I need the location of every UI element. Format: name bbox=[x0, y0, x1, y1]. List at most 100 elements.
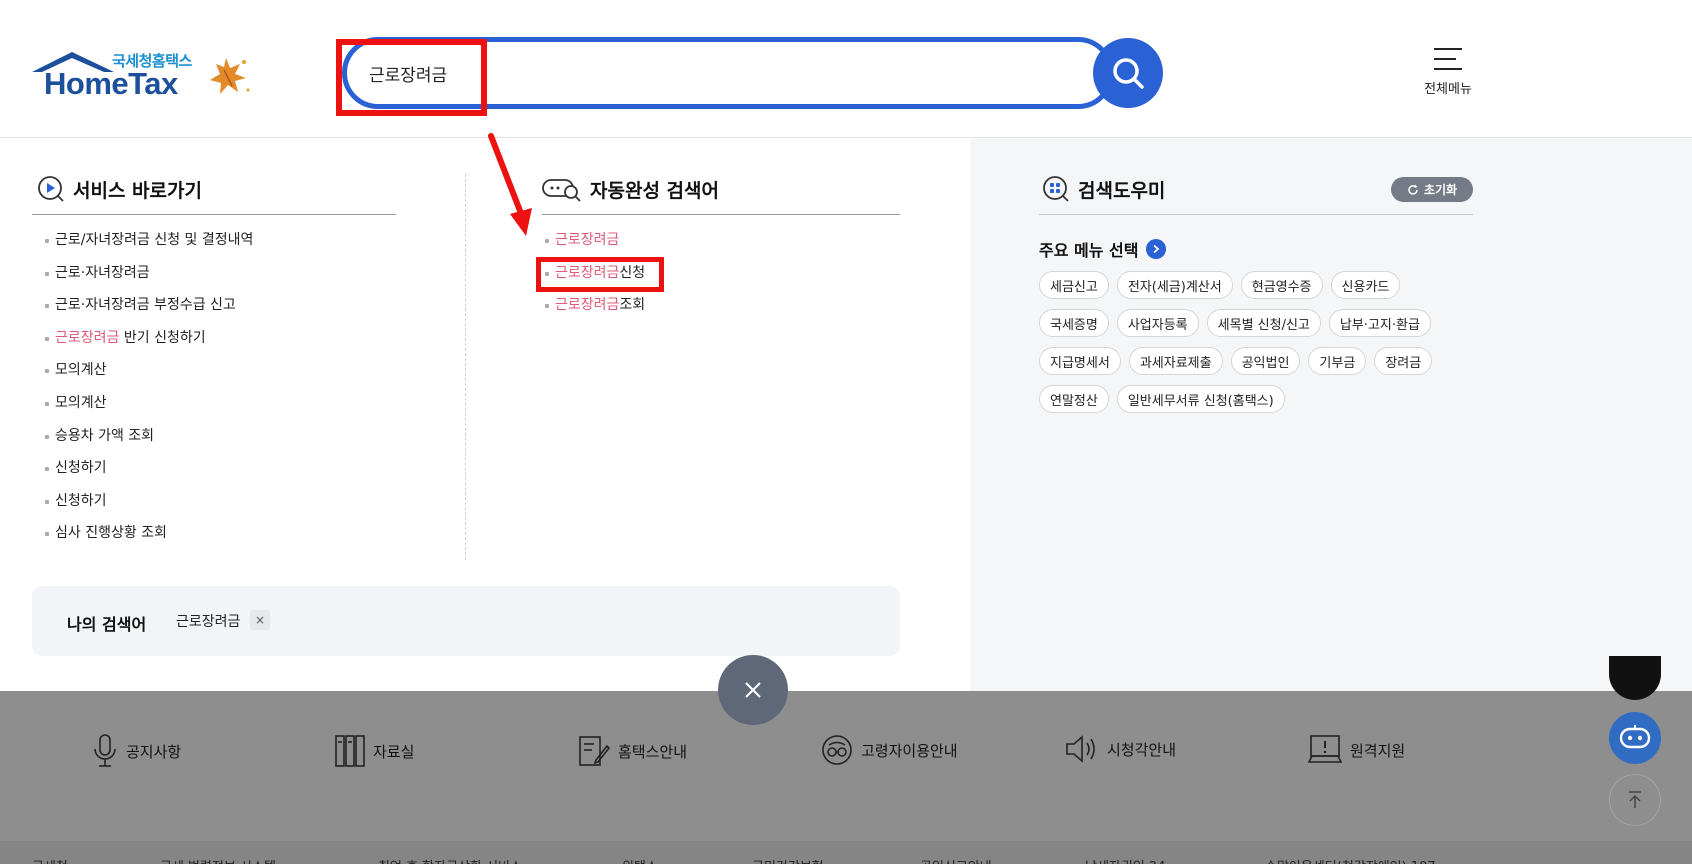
list-item[interactable]: 근로장려금조회 bbox=[535, 295, 895, 328]
list-item-text: 신청하기 bbox=[55, 460, 107, 477]
footer-link[interactable]: 납세자권익 24 bbox=[1085, 856, 1165, 864]
header: 국세청홈택스 HomeTax 전체메뉴 bbox=[0, 0, 1692, 138]
helper-heading: 검색도우미 bbox=[1042, 175, 1165, 203]
all-menu-button[interactable]: 전체메뉴 bbox=[1418, 48, 1478, 100]
quicklink-audiovisual-label: 시청각안내 bbox=[1107, 740, 1177, 759]
menu-tag[interactable]: 과세자료제출 bbox=[1128, 347, 1223, 375]
quicklink-elderly-label: 고령자이용안내 bbox=[861, 741, 958, 760]
refresh-icon bbox=[1407, 184, 1419, 196]
footer-link[interactable]: 취업 후 학자금상환 서비스 bbox=[378, 856, 522, 864]
list-item-text: 근로·자녀장려금 bbox=[55, 264, 150, 281]
main-menu-select-label: 주요 메뉴 선택 bbox=[1039, 241, 1139, 260]
keyboard-search-icon bbox=[542, 175, 582, 203]
menu-tag[interactable]: 신용카드 bbox=[1330, 271, 1401, 299]
quicklink-guide[interactable]: 홈택스안내 bbox=[578, 734, 687, 768]
quicklink-notice[interactable]: 공지사항 bbox=[92, 734, 181, 768]
menu-tag[interactable]: 사업자등록 bbox=[1116, 309, 1199, 337]
list-item[interactable]: 심사 진행상황 조회 bbox=[35, 523, 435, 556]
main-menu-select[interactable]: 주요 메뉴 선택 bbox=[1039, 237, 1167, 261]
tag-row: 연말정산 일반세무서류 신청(홈택스) bbox=[1039, 385, 1479, 413]
list-item[interactable]: 근로·자녀장려금 bbox=[35, 263, 435, 296]
menu-tag[interactable]: 세금신고 bbox=[1039, 271, 1109, 299]
menu-tag[interactable]: 장려금 bbox=[1374, 347, 1433, 375]
list-item[interactable]: 승용차 가액 조회 bbox=[35, 426, 435, 459]
list-item[interactable]: 신청하기 bbox=[35, 491, 435, 524]
reset-button[interactable]: 초기화 bbox=[1391, 177, 1473, 202]
search-button[interactable] bbox=[1093, 38, 1163, 108]
chatbot-button[interactable] bbox=[1609, 712, 1661, 764]
play-circle-icon bbox=[37, 175, 65, 203]
autocomplete-divider bbox=[542, 214, 900, 215]
list-item[interactable]: 근로/자녀장려금 신청 및 결정내역 bbox=[35, 230, 435, 263]
menu-tags: 세금신고 전자(세금)계산서 현금영수증 신용카드국세증명 사업자등록 세목별 신청/신고… bbox=[1039, 271, 1479, 423]
close-icon bbox=[745, 682, 761, 698]
hometax-logo[interactable]: 국세청홈택스 HomeTax bbox=[32, 44, 252, 104]
annotation-search-highlight bbox=[336, 39, 487, 116]
tag-row: 국세증명 사업자등록 세목별 신청/신고 납부·고지·환급 bbox=[1039, 309, 1479, 337]
keyword-highlight: 근로장려금 bbox=[555, 297, 620, 314]
tag-row: 세금신고 전자(세금)계산서 현금영수증 신용카드 bbox=[1039, 271, 1479, 299]
list-item-text: 모의계산 bbox=[55, 394, 107, 411]
chatbot-icon bbox=[1619, 725, 1651, 749]
list-item-text: 근로·자녀장려금 부정수급 신고 bbox=[55, 297, 236, 314]
footer-link[interactable]: 국세 법령정보 시스템 bbox=[160, 856, 276, 864]
list-item[interactable]: 모의계산 bbox=[35, 393, 435, 426]
hamburger-icon bbox=[1434, 48, 1462, 70]
quicklink-audiovisual[interactable]: 시청각안내 bbox=[1065, 734, 1176, 764]
menu-tag[interactable]: 현금영수증 bbox=[1240, 271, 1323, 299]
autocomplete-title: 자동완성 검색어 bbox=[590, 179, 719, 202]
menu-tag[interactable]: 일반세무서류 신청(홈택스) bbox=[1116, 385, 1285, 413]
history-term[interactable]: 근로장려금 bbox=[176, 611, 240, 631]
my-search-history: 나의 검색어 근로장려금 × bbox=[32, 586, 900, 656]
remote-support-icon bbox=[1308, 734, 1342, 766]
quicklink-elderly[interactable]: 고령자이용안내 bbox=[821, 734, 958, 766]
helper-divider bbox=[1039, 214, 1473, 215]
remove-history-button[interactable]: × bbox=[250, 610, 270, 630]
arrow-up-icon bbox=[1629, 791, 1641, 808]
chevron-right-icon bbox=[1146, 239, 1167, 259]
list-item[interactable]: 모의계산 bbox=[35, 360, 435, 393]
footer-link[interactable]: 공익신고안내 bbox=[920, 856, 992, 864]
services-list: 근로/자녀장려금 신청 및 결정내역근로·자녀장려금근로·자녀장려금 부정수급 … bbox=[35, 230, 435, 556]
footer-link[interactable]: 국세청 bbox=[32, 856, 68, 864]
scroll-top-button[interactable] bbox=[1609, 774, 1661, 826]
services-divider bbox=[32, 214, 396, 215]
quicklink-guide-label: 홈택스안내 bbox=[618, 742, 688, 761]
list-item-text: 근로/자녀장려금 신청 및 결정내역 bbox=[55, 232, 254, 248]
quicklink-library-label: 자료실 bbox=[373, 742, 415, 761]
menu-tag[interactable]: 국세증명 bbox=[1039, 309, 1109, 337]
services-heading: 서비스 바로가기 bbox=[37, 175, 202, 203]
history-label: 나의 검색어 bbox=[67, 615, 147, 634]
quicklink-notice-label: 공지사항 bbox=[126, 742, 182, 761]
list-item-text: 반기 신청하기 bbox=[119, 329, 206, 346]
list-item[interactable]: 신청하기 bbox=[35, 458, 435, 491]
menu-tag[interactable]: 지급명세서 bbox=[1039, 347, 1121, 375]
menu-tag[interactable]: 세목별 신청/신고 bbox=[1206, 309, 1321, 337]
logo-title: HomeTax bbox=[44, 66, 178, 101]
list-item[interactable]: 근로장려금 반기 신청하기 bbox=[35, 328, 435, 361]
maple-leaf-icon bbox=[210, 58, 250, 94]
keyword-highlight: 근로장려금 bbox=[555, 232, 620, 248]
close-search-button[interactable] bbox=[718, 655, 788, 725]
footer-link[interactable]: 국민건강보험 bbox=[752, 856, 824, 864]
apps-search-icon bbox=[1042, 175, 1070, 203]
menu-tag[interactable]: 전자(세금)계산서 bbox=[1116, 271, 1233, 299]
list-item[interactable]: 근로·자녀장려금 부정수급 신고 bbox=[35, 295, 435, 328]
quicklink-remote[interactable]: 원격지원 bbox=[1308, 734, 1405, 766]
quicklink-library[interactable]: 자료실 bbox=[335, 734, 414, 768]
menu-tag[interactable]: 연말정산 bbox=[1039, 385, 1109, 413]
search-icon bbox=[1113, 58, 1144, 89]
menu-tag[interactable]: 기부금 bbox=[1308, 347, 1367, 375]
speaker-icon bbox=[1065, 734, 1099, 764]
annotation-arrow bbox=[488, 133, 532, 236]
elderly-icon bbox=[821, 734, 853, 766]
footer-link[interactable]: 위택스 bbox=[622, 856, 658, 864]
menu-tag[interactable]: 공익법인 bbox=[1230, 347, 1301, 375]
keyword-highlight: 근로장려금 bbox=[55, 329, 120, 346]
menu-tag[interactable]: 납부·고지·환급 bbox=[1328, 309, 1431, 337]
list-item-text: 신청하기 bbox=[55, 492, 107, 509]
list-item-text: 심사 진행상황 조회 bbox=[55, 525, 167, 542]
dim-overlay: 공지사항 자료실 홈택스안내 고령자이용안내 시청각안내 원격지원 국세청 국세… bbox=[0, 691, 1692, 864]
footer-link[interactable]: 손말이음센터(청각장애인) 107 bbox=[1265, 856, 1436, 864]
quicklink-remote-label: 원격지원 bbox=[1350, 741, 1406, 760]
